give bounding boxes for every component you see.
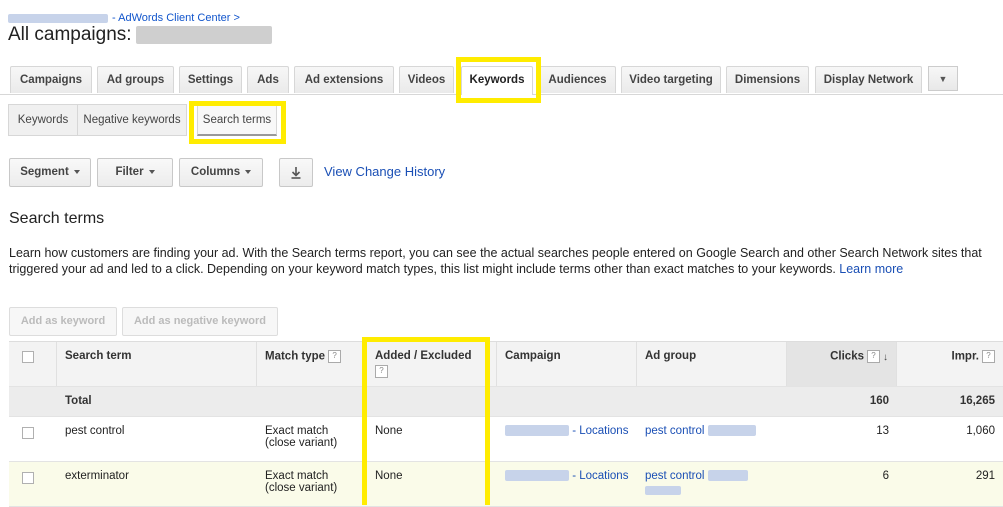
page-title: All campaigns: <box>8 24 272 46</box>
match-type-variant: (close variant) <box>265 437 338 449</box>
section-description: Learn how customers are finding your ad.… <box>9 245 999 277</box>
tab-settings[interactable]: Settings <box>179 66 242 93</box>
match-type-cell: Exact match (close variant) <box>257 462 367 506</box>
add-as-negative-keyword-button[interactable]: Add as negative keyword <box>122 307 278 336</box>
ad-group-link-text: pest control <box>645 425 705 437</box>
match-type-variant: (close variant) <box>265 482 338 494</box>
header-match-type[interactable]: Match type? <box>257 342 367 386</box>
tab-ads[interactable]: Ads <box>247 66 289 93</box>
chevron-down-icon: ▼ <box>938 74 948 84</box>
redacted-account-title <box>135 25 272 44</box>
add-as-keyword-button[interactable]: Add as keyword <box>9 307 117 336</box>
redacted-ad-group-name <box>707 470 748 482</box>
added-excluded-cell: None <box>375 470 403 482</box>
section-title: Search terms <box>9 210 105 227</box>
table-row: exterminator Exact match (close variant) … <box>9 462 1003 507</box>
tab-videos[interactable]: Videos <box>399 66 454 93</box>
tab-dimensions[interactable]: Dimensions <box>726 66 809 93</box>
redacted-campaign-name <box>505 425 569 437</box>
campaign-link[interactable]: - Locations <box>497 417 637 461</box>
redacted-ad-group-name <box>645 486 681 496</box>
clicks-cell: 6 <box>882 470 889 482</box>
tab-display-network[interactable]: Display Network <box>815 66 922 93</box>
row-checkbox-cell <box>9 417 57 461</box>
impr-cell: 291 <box>975 470 995 482</box>
download-button[interactable] <box>279 158 313 187</box>
page-title-text: All campaigns: <box>8 24 132 45</box>
header-clicks[interactable]: Clicks? ↓ <box>787 342 897 386</box>
breadcrumb[interactable]: - AdWords Client Center > <box>8 12 240 24</box>
header-checkbox-cell <box>9 342 57 386</box>
row-checkbox-cell <box>9 462 57 506</box>
breadcrumb-link[interactable]: - AdWords Client Center > <box>112 12 240 24</box>
header-impr[interactable]: Impr.? <box>897 342 1003 386</box>
columns-label: Columns <box>190 166 241 178</box>
ad-group-link[interactable]: pest control <box>637 417 787 461</box>
tab-video-targeting[interactable]: Video targeting <box>621 66 721 93</box>
tab-audiences[interactable]: Audiences <box>539 66 616 93</box>
subtab-search-terms[interactable]: Search terms <box>197 104 277 136</box>
tab-ad-extensions[interactable]: Ad extensions <box>294 66 394 93</box>
tab-campaigns[interactable]: Campaigns <box>10 66 92 93</box>
ad-group-link[interactable]: pest control <box>637 462 787 506</box>
segment-label: Segment <box>20 166 69 178</box>
redacted-campaign-name <box>505 470 569 482</box>
ad-group-link-text: pest control <box>645 470 705 482</box>
row-checkbox[interactable] <box>22 427 34 439</box>
help-icon[interactable]: ? <box>982 350 995 363</box>
more-tabs-button[interactable]: ▼ <box>928 66 958 91</box>
added-excluded-cell: None <box>375 425 403 437</box>
header-search-term[interactable]: Search term <box>57 342 257 386</box>
help-icon[interactable]: ? <box>328 350 342 363</box>
match-type-text: Exact match <box>265 470 329 482</box>
tab-ad-groups[interactable]: Ad groups <box>97 66 174 93</box>
help-icon[interactable]: ? <box>867 350 880 363</box>
filter-label: Filter <box>115 166 144 178</box>
header-ad-group[interactable]: Ad group <box>637 342 787 386</box>
table-header: Search term Match type? Added / Excluded… <box>9 341 1003 387</box>
select-all-checkbox[interactable] <box>22 351 34 363</box>
help-icon[interactable]: ? <box>375 365 388 378</box>
redacted-ad-group-name <box>707 425 756 437</box>
total-impr: 16,265 <box>959 395 995 407</box>
download-icon <box>291 167 301 179</box>
search-term-cell: exterminator <box>65 470 129 482</box>
header-added-excluded[interactable]: Added / Excluded? <box>367 342 497 386</box>
subtab-keywords[interactable]: Keywords <box>8 104 78 136</box>
main-tabs: Campaigns Ad groups Settings Ads Ad exte… <box>10 66 1003 95</box>
caret-down-icon <box>148 169 155 174</box>
view-change-history-link[interactable]: View Change History <box>324 164 445 179</box>
subtab-negative-keywords[interactable]: Negative keywords <box>77 104 187 136</box>
segment-button[interactable]: Segment <box>9 158 91 187</box>
total-row: Total 160 16,265 <box>9 387 1003 417</box>
header-clicks-label: Clicks <box>830 350 864 363</box>
match-type-text: Exact match <box>265 425 329 437</box>
row-checkbox[interactable] <box>22 472 34 484</box>
tab-keywords[interactable]: Keywords <box>461 66 533 95</box>
impr-cell: 1,060 <box>966 425 995 437</box>
campaign-link-text: - Locations <box>572 470 629 482</box>
header-added-excluded-label: Added / Excluded <box>375 350 472 362</box>
caret-down-icon <box>245 169 252 174</box>
columns-button[interactable]: Columns <box>179 158 263 187</box>
total-clicks: 160 <box>869 395 889 407</box>
sort-descending-icon: ↓ <box>883 351 888 363</box>
redacted-account-name <box>8 13 108 23</box>
campaign-link[interactable]: - Locations <box>497 462 637 506</box>
match-type-cell: Exact match (close variant) <box>257 417 367 461</box>
header-impr-label: Impr. <box>951 350 979 363</box>
campaign-link-text: - Locations <box>572 425 629 437</box>
table-row: pest control Exact match (close variant) … <box>9 417 1003 462</box>
filter-button[interactable]: Filter <box>97 158 173 187</box>
caret-down-icon <box>73 169 80 174</box>
description-text: Learn how customers are finding your ad.… <box>9 246 982 276</box>
clicks-cell: 13 <box>876 425 889 437</box>
search-term-cell: pest control <box>65 425 125 437</box>
total-label: Total <box>65 395 92 407</box>
learn-more-link[interactable]: Learn more <box>839 262 903 276</box>
header-campaign[interactable]: Campaign <box>497 342 637 386</box>
header-match-type-label: Match type <box>265 350 326 363</box>
